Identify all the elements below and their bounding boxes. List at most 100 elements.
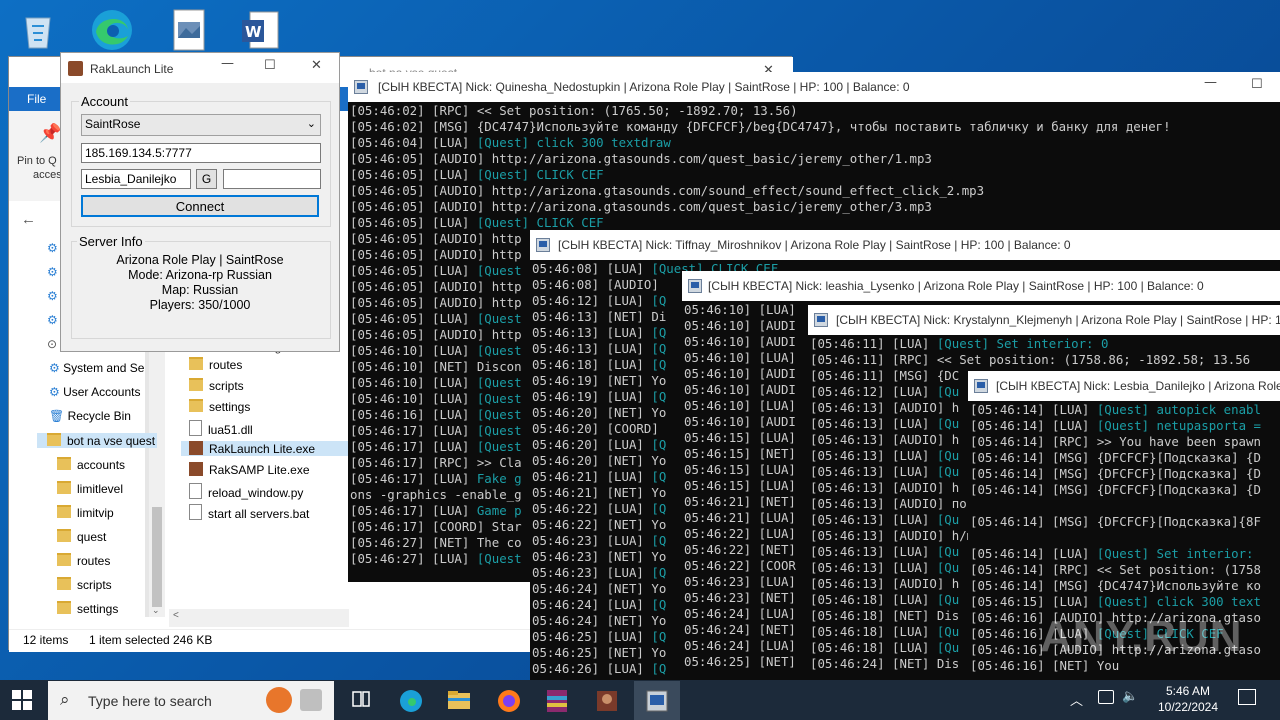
file-tab[interactable]: File [27, 92, 46, 106]
nav-item-icon-5[interactable]: ⊙ [47, 337, 57, 351]
file-row[interactable]: lua51.dll [189, 420, 253, 437]
nav-item[interactable]: quest [57, 529, 106, 544]
console-text: [05:46:24] [NET] Dis [810, 656, 960, 671]
nav-item[interactable]: accounts [57, 457, 125, 472]
status-selected: 1 item selected [89, 633, 170, 647]
console-line: [05:46:11] [RPC] << Set position: (1758.… [810, 352, 1278, 368]
network-icon[interactable] [1098, 690, 1114, 704]
tray-chevron-icon[interactable]: ︿ [1070, 690, 1083, 709]
console-title-1: [СЫН КВЕСТА] Nick: Quinesha_Nedostupkin … [378, 80, 910, 94]
whistle-icon[interactable] [300, 689, 322, 711]
nickname-value: Lesbia_Danilejko [85, 172, 177, 186]
file-row[interactable]: RakSAMP Lite.exe [189, 462, 310, 477]
address-field[interactable]: 185.169.134.5:7777 [81, 143, 321, 163]
file-explorer-taskbar-icon[interactable] [446, 688, 470, 712]
users-icon: ⚙ [49, 385, 64, 399]
console-text: 05:46:23] [NET] Yo [532, 549, 667, 564]
console-text: [05:46:17] [RPC] >> Cla [350, 455, 522, 470]
quest-tag: [Qu [936, 512, 960, 527]
pin-icon[interactable]: 📌 [39, 123, 61, 144]
windows-start-icon[interactable] [12, 690, 34, 712]
console-line: [05:46:14] [RPC] >> You have been spawn [970, 434, 1278, 450]
quest-tag: [Qu [936, 624, 960, 639]
nav-item[interactable]: scripts [57, 577, 112, 592]
nav-item[interactable]: limitvip [57, 505, 114, 520]
nav-item[interactable]: limitlevel [57, 481, 123, 496]
password-field[interactable] [223, 169, 321, 189]
console-app-icon [688, 279, 702, 293]
file-row[interactable]: scripts [189, 378, 244, 393]
quest-tag: [Q [651, 325, 667, 340]
console-text: 05:46:25] [LUA] [532, 629, 652, 644]
firefox-icon[interactable] [496, 688, 520, 712]
console-text: 05:46:24] [NET] [684, 622, 796, 637]
file-row[interactable]: start all servers.bat [189, 504, 309, 521]
edge-icon[interactable] [88, 6, 132, 50]
server-select[interactable]: SaintRose ⌄ [81, 114, 321, 136]
clock-date: 10/22/2024 [1157, 700, 1219, 714]
nav-item[interactable]: settings [57, 601, 118, 616]
folder-icon [47, 433, 61, 446]
clock[interactable]: 5:46 AM 10/22/2024 [1150, 684, 1226, 714]
minimize-icon[interactable]: — [1204, 75, 1217, 90]
console-line: [05:46:02] [RPC] << Set position: (1765.… [350, 103, 1278, 119]
nav-item-icon-1[interactable]: ⚙ [47, 241, 58, 255]
nav-item[interactable]: ⚙ System and Se [49, 361, 144, 375]
console-text: 05:46:13] [LUA] [532, 325, 652, 340]
nav-item-label: Recycle Bin [67, 409, 131, 423]
nav-item[interactable]: ⚙ User Accounts [49, 385, 140, 399]
maximize-icon[interactable]: ☐ [1251, 77, 1263, 92]
console-text: 05:46:20] [NET] Yo [532, 453, 667, 468]
task-view-icon[interactable] [350, 688, 374, 712]
file-row[interactable]: reload_window.py [189, 483, 303, 500]
console-line: [05:46:05] [AUDIO] http://arizona.gtasou… [350, 151, 1278, 167]
generate-nick-label: G [201, 172, 212, 186]
file-row[interactable]: routes [189, 357, 242, 372]
file-list-hscroll[interactable]: < [169, 609, 349, 627]
nav-item-icon-2[interactable]: ⚙ [47, 265, 58, 279]
basketball-icon[interactable] [266, 687, 292, 713]
console-line: [05:46:14] [MSG] {DFCFCF}[Подсказка]{8F [970, 514, 1278, 530]
file-row[interactable]: settings [189, 399, 250, 414]
maximize-icon[interactable]: ☐ [264, 58, 276, 73]
image-file-icon[interactable] [168, 8, 212, 52]
nav-item[interactable]: bot na vse quest [37, 433, 157, 448]
nav-item[interactable]: 🗑 Recycle Bin [49, 409, 131, 423]
console-title-3: [СЫН КВЕСТА] Nick: leashia_Lysenko | Ari… [708, 279, 1204, 293]
minimize-icon[interactable]: — [221, 56, 234, 71]
quest-tag: [Q [651, 437, 667, 452]
back-arrow-icon[interactable]: ← [21, 211, 36, 228]
notification-center-icon[interactable] [1238, 689, 1256, 705]
console-text: [05:46:10] [NET] Discon [350, 359, 522, 374]
pc-icon: ⚙ [49, 361, 64, 375]
console-text: 05:46:26] [LUA] [532, 661, 652, 676]
quest-tag: [Q [651, 469, 667, 484]
quest-tag: [Qu [936, 544, 960, 559]
winrar-icon[interactable] [544, 688, 568, 712]
volume-icon[interactable]: 🔈 [1122, 688, 1138, 704]
nav-item-icon-4[interactable]: ⚙ [47, 313, 58, 327]
console-taskbar-button[interactable] [634, 681, 680, 720]
console-text: [05:46:14] [LUA] [970, 402, 1097, 417]
nav-item-icon-3[interactable]: ⚙ [47, 289, 58, 303]
word-doc-icon[interactable]: W [238, 8, 282, 52]
console-text: 05:46:10] [AUDI [684, 334, 796, 349]
generate-nick-button[interactable]: G [196, 169, 217, 189]
quest-tag: [Q [651, 661, 667, 676]
console-text: [05:46:13] [AUDIO] h [810, 400, 960, 415]
console-text: [05:46:13] [LUA] [810, 464, 937, 479]
taskbar-search-box[interactable]: ⌕ Type here to search [48, 681, 334, 720]
console-text: 05:46:20] [COORD] [532, 421, 659, 436]
close-icon[interactable]: ✕ [311, 58, 322, 73]
nav-item[interactable]: routes [57, 553, 110, 568]
raklaunch-taskbar-icon[interactable] [594, 688, 618, 712]
edge-taskbar-icon[interactable] [398, 688, 422, 712]
nickname-field[interactable]: Lesbia_Danilejko [81, 169, 191, 189]
pin-label[interactable]: Pin to Q [17, 155, 57, 167]
console-line: [05:46:05] [AUDIO] http://arizona.gtasou… [350, 183, 1278, 199]
connect-button[interactable]: Connect [81, 195, 319, 217]
file-row[interactable]: RakLaunch Lite.exe [181, 441, 353, 456]
recycle-bin-icon[interactable] [16, 8, 60, 52]
quest-tag: [Quest [476, 263, 522, 278]
